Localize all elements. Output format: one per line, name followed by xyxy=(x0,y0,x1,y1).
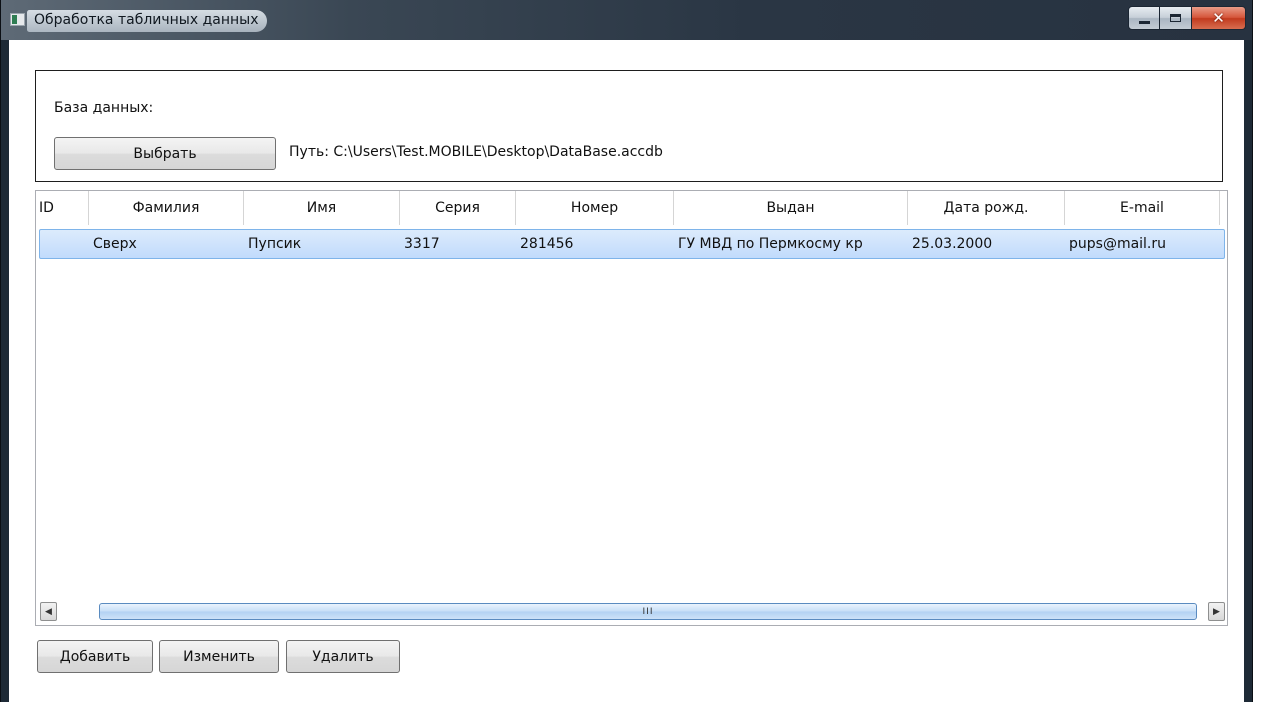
cell-issued: ГУ МВД по Пермкосму кр xyxy=(678,236,863,252)
app-icon xyxy=(10,13,25,26)
minimize-button[interactable] xyxy=(1128,6,1160,30)
cell-id xyxy=(40,230,90,258)
arrow-right-icon: ▶ xyxy=(1213,606,1220,617)
maximize-button[interactable] xyxy=(1160,6,1192,30)
horizontal-scrollbar[interactable]: ◀ III ▶ xyxy=(40,602,1225,621)
database-group: База данных: Выбрать Путь: C:\Users\Test… xyxy=(35,70,1223,182)
cell-surname: Сверх xyxy=(93,236,137,252)
cell-number: 281456 xyxy=(520,236,574,252)
cell-series: 3317 xyxy=(404,236,440,252)
scroll-left-button[interactable]: ◀ xyxy=(40,602,57,621)
scroll-thumb[interactable]: III xyxy=(99,603,1197,620)
scroll-right-button[interactable]: ▶ xyxy=(1208,602,1225,621)
database-label: База данных: xyxy=(54,100,154,116)
database-path: Путь: C:\Users\Test.MOBILE\Desktop\DataB… xyxy=(289,144,663,160)
column-header-issued[interactable]: Выдан xyxy=(674,191,908,225)
client-area: База данных: Выбрать Путь: C:\Users\Test… xyxy=(9,40,1244,702)
cell-email: pups@mail.ru xyxy=(1069,236,1167,252)
column-header-surname[interactable]: Фамилия xyxy=(89,191,244,225)
column-header-name[interactable]: Имя xyxy=(244,191,400,225)
column-header-id[interactable]: ID xyxy=(36,191,89,225)
column-header-number[interactable]: Номер xyxy=(516,191,674,225)
choose-database-button[interactable]: Выбрать xyxy=(54,137,276,170)
arrow-left-icon: ◀ xyxy=(45,606,52,617)
window-controls: ✕ xyxy=(1128,6,1246,30)
data-grid[interactable]: ID Фамилия Имя Серия Номер Выдан Дата ро… xyxy=(35,190,1228,626)
close-button[interactable]: ✕ xyxy=(1192,6,1246,30)
add-button[interactable]: Добавить xyxy=(37,640,153,673)
cell-birthdate: 25.03.2000 xyxy=(912,236,993,252)
minimize-icon xyxy=(1138,20,1150,24)
edit-button[interactable]: Изменить xyxy=(159,640,279,673)
cell-name: Пупсик xyxy=(248,236,302,252)
table-row[interactable]: Сверх Пупсик 3317 281456 ГУ МВД по Пермк… xyxy=(39,229,1225,259)
title-bar: Обработка табличных данных ✕ xyxy=(1,0,1252,40)
window-title: Обработка табличных данных xyxy=(27,10,267,32)
delete-button[interactable]: Удалить xyxy=(286,640,400,673)
scroll-grip: III xyxy=(642,606,654,617)
maximize-icon xyxy=(1170,14,1181,22)
app-window: Обработка табличных данных ✕ База данных… xyxy=(0,0,1253,702)
close-icon: ✕ xyxy=(1212,8,1225,27)
column-header-email[interactable]: E-mail xyxy=(1065,191,1220,225)
column-header-series[interactable]: Серия xyxy=(400,191,516,225)
column-header-birthdate[interactable]: Дата рожд. xyxy=(908,191,1065,225)
grid-header: ID Фамилия Имя Серия Номер Выдан Дата ро… xyxy=(36,191,1220,225)
